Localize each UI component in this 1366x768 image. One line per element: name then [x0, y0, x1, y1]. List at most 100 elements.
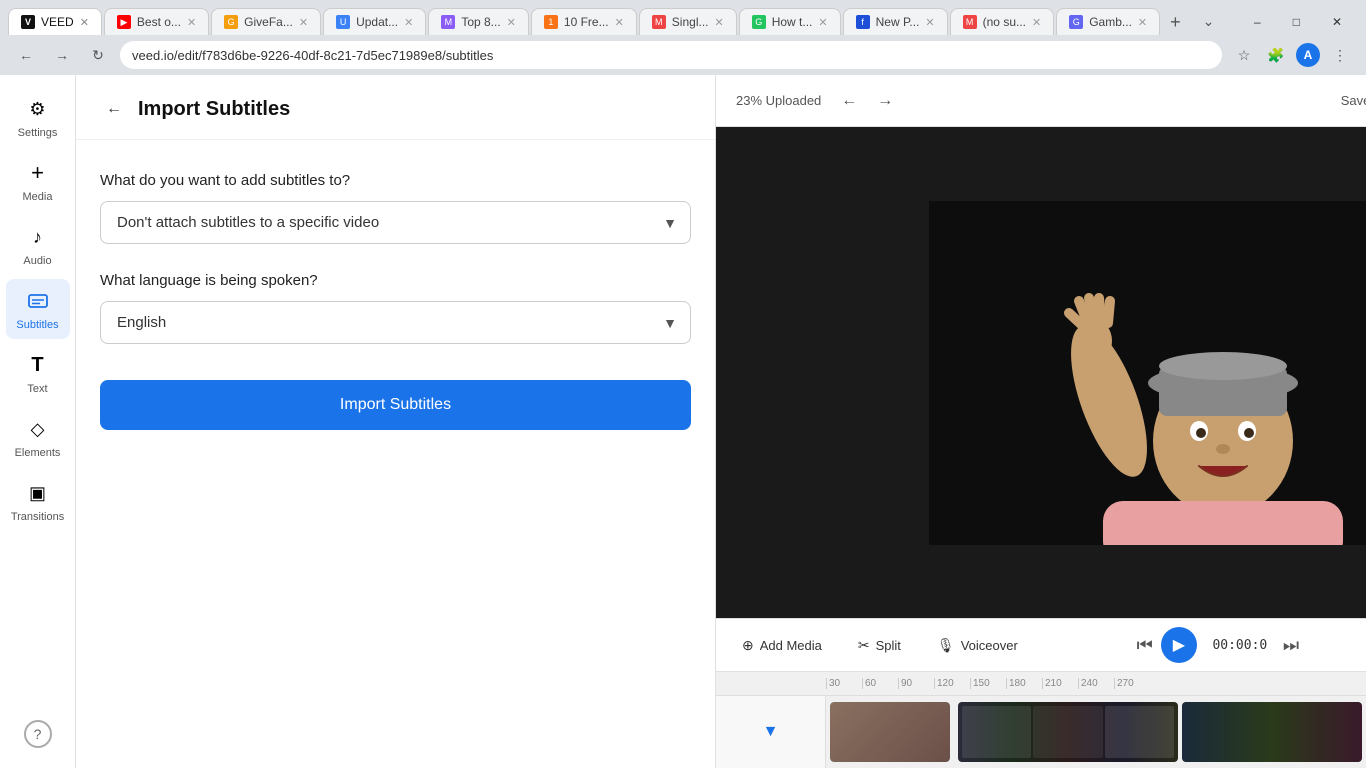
clip-3[interactable]: [1182, 702, 1362, 762]
sidebar-item-subtitles[interactable]: Subtitles: [6, 279, 70, 339]
subtitle-target-select[interactable]: Don't attach subtitles to a specific vid…: [100, 201, 691, 244]
ruler-mark-60: 60: [862, 678, 898, 689]
playback-controls: ⏮ ▶ 00:00:0 ⏭: [1137, 627, 1299, 663]
panel-back-button[interactable]: ←: [100, 95, 128, 123]
extensions-button[interactable]: 🧩: [1262, 41, 1290, 69]
tab-close-7[interactable]: ✕: [818, 16, 827, 29]
panel-header: ← Import Subtitles: [76, 75, 715, 140]
app-container: ⚙ Settings + Media ♪ Audio Subtitles T T…: [0, 75, 1366, 768]
tab-close-1[interactable]: ✕: [187, 16, 196, 29]
seek-forward-button[interactable]: ⏭: [1283, 635, 1299, 656]
sidebar-icons: ⚙ Settings + Media ♪ Audio Subtitles T T…: [0, 75, 76, 768]
tab-5[interactable]: 1 10 Fre... ✕: [531, 8, 637, 35]
redo-button[interactable]: →: [869, 85, 901, 117]
video-preview: [716, 127, 1366, 618]
sidebar-item-settings[interactable]: ⚙ Settings: [6, 87, 70, 147]
tab-1[interactable]: ▶ Best o... ✕: [104, 8, 209, 35]
language-select[interactable]: English Spanish French German: [100, 301, 691, 344]
clip-1[interactable]: [830, 702, 950, 762]
sidebar-item-media[interactable]: + Media: [6, 151, 70, 211]
import-subtitles-panel: ← Import Subtitles What do you want to a…: [76, 75, 716, 768]
timeline-tracks: ▼: [716, 696, 1366, 768]
tracks-scroll[interactable]: +: [826, 696, 1366, 768]
ruler-mark-240: 240: [1078, 678, 1114, 689]
tab-favicon-2: G: [224, 15, 238, 29]
tab-close-2[interactable]: ✕: [299, 16, 308, 29]
ruler-mark-150: 150: [970, 678, 1006, 689]
tab-favicon-4: M: [441, 15, 455, 29]
browser-chrome: V VEED ✕ ▶ Best o... ✕ G GiveFa... ✕ U U…: [0, 0, 1366, 75]
track-clips: [826, 696, 1366, 768]
subtitle-target-label: What do you want to add subtitles to?: [100, 172, 691, 189]
tab-close-8[interactable]: ✕: [925, 16, 934, 29]
import-subtitles-button[interactable]: Import Subtitles: [100, 380, 691, 430]
add-media-icon: ⊕: [742, 637, 754, 654]
play-button[interactable]: ▶: [1161, 627, 1197, 663]
voiceover-button[interactable]: 🎙 Voiceover: [927, 631, 1028, 660]
address-input[interactable]: [120, 41, 1222, 69]
sidebar-label-media: Media: [23, 191, 53, 203]
forward-button[interactable]: →: [48, 41, 76, 69]
seek-back-button[interactable]: ⏮: [1137, 635, 1153, 656]
sidebar-label-text: Text: [27, 383, 47, 395]
sidebar-item-transitions[interactable]: ▣ Transitions: [6, 471, 70, 531]
tab-more-button[interactable]: ⌄: [1195, 9, 1223, 34]
reload-button[interactable]: ↻: [84, 41, 112, 69]
tab-3[interactable]: U Updat... ✕: [323, 8, 426, 35]
transitions-icon: ▣: [24, 479, 52, 507]
panel-title: Import Subtitles: [138, 98, 290, 121]
back-button[interactable]: ←: [12, 41, 40, 69]
sidebar-label-settings: Settings: [18, 127, 58, 139]
tab-close-6[interactable]: ✕: [714, 16, 723, 29]
tab-label-11: Gamb...: [1089, 15, 1132, 29]
tab-close-3[interactable]: ✕: [404, 16, 413, 29]
tab-favicon-1: ▶: [117, 15, 131, 29]
sidebar-item-audio[interactable]: ♪ Audio: [6, 215, 70, 275]
profile-button[interactable]: A: [1294, 41, 1322, 69]
tab-8[interactable]: f New P... ✕: [843, 8, 948, 35]
subtitle-target-select-wrapper: Don't attach subtitles to a specific vid…: [100, 201, 691, 244]
media-icon: +: [24, 159, 52, 187]
tab-bar: V VEED ✕ ▶ Best o... ✕ G GiveFa... ✕ U U…: [0, 0, 1366, 35]
tab-2[interactable]: G GiveFa... ✕: [211, 8, 321, 35]
tab-veed[interactable]: V VEED ✕: [8, 8, 102, 35]
tab-11[interactable]: G Gamb... ✕: [1056, 8, 1160, 35]
clip-2[interactable]: [958, 702, 1178, 762]
tab-close-10[interactable]: ✕: [1032, 16, 1041, 29]
tab-close-11[interactable]: ✕: [1138, 16, 1147, 29]
tab-favicon-6: M: [652, 15, 666, 29]
tab-favicon-10: M: [963, 15, 977, 29]
split-button[interactable]: ✂ Split: [848, 631, 911, 660]
menu-button[interactable]: ⋮: [1326, 41, 1354, 69]
timeline-toolbar: ⊕ Add Media ✂ Split 🎙 Voiceover ⏮ ▶ 00:0…: [716, 619, 1366, 672]
close-button[interactable]: ✕: [1316, 11, 1358, 33]
ruler-mark-180: 180: [1006, 678, 1042, 689]
bookmark-button[interactable]: ☆: [1230, 41, 1258, 69]
tab-10[interactable]: M (no su... ✕: [950, 8, 1055, 35]
tab-4[interactable]: M Top 8... ✕: [428, 8, 529, 35]
tab-label-3: Updat...: [356, 15, 398, 29]
undo-button[interactable]: ←: [833, 85, 865, 117]
minimize-button[interactable]: –: [1238, 11, 1277, 33]
sidebar-item-help[interactable]: ?: [6, 712, 70, 756]
timeline-area: ⊕ Add Media ✂ Split 🎙 Voiceover ⏮ ▶ 00:0…: [716, 618, 1366, 768]
language-group: What language is being spoken? English S…: [100, 272, 691, 344]
new-tab-button[interactable]: +: [1162, 9, 1189, 35]
subtitles-icon: [24, 287, 52, 315]
tab-6[interactable]: M Singl... ✕: [639, 8, 737, 35]
elements-icon: ◇: [24, 415, 52, 443]
tab-close-veed[interactable]: ✕: [80, 16, 89, 29]
tab-7[interactable]: G How t... ✕: [739, 8, 841, 35]
person-scene: [929, 201, 1366, 545]
maximize-button[interactable]: □: [1277, 11, 1316, 33]
sidebar-item-elements[interactable]: ◇ Elements: [6, 407, 70, 467]
add-media-button[interactable]: ⊕ Add Media: [732, 631, 832, 660]
ruler-mark-270: 270: [1114, 678, 1150, 689]
tab-close-4[interactable]: ✕: [507, 16, 516, 29]
save-prompt: Save your project for later —: [1341, 93, 1366, 108]
filter-icon[interactable]: ▼: [763, 723, 779, 741]
sidebar-item-text[interactable]: T Text: [6, 343, 70, 403]
help-icon: ?: [24, 720, 52, 748]
sidebar-label-elements: Elements: [15, 447, 61, 459]
tab-close-5[interactable]: ✕: [615, 16, 624, 29]
